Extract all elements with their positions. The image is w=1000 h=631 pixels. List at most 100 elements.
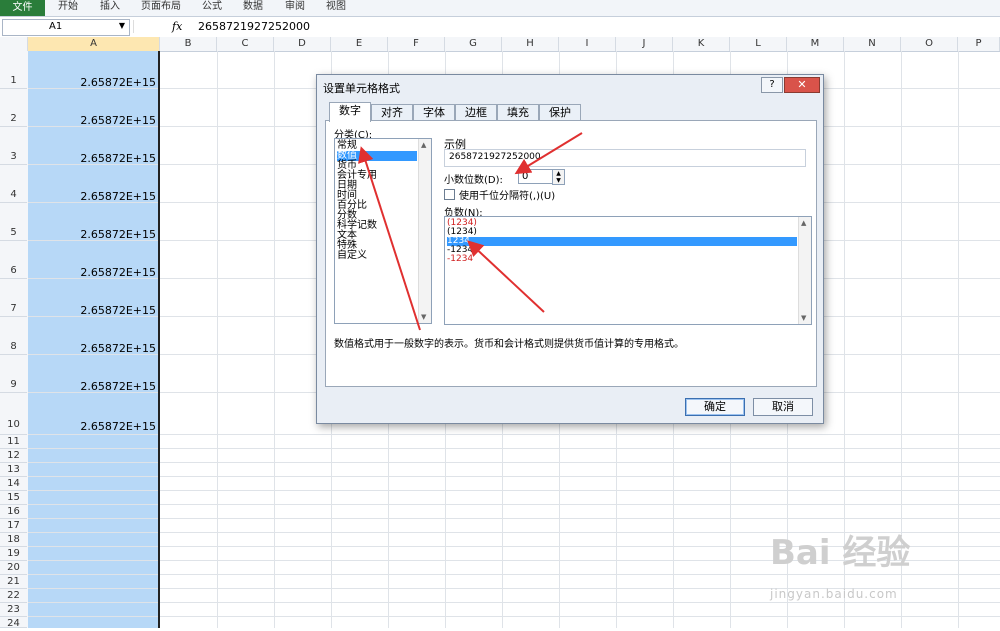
row-header[interactable]: 16 xyxy=(0,505,27,519)
scroll-down-icon[interactable]: ▼ xyxy=(801,314,806,322)
name-box[interactable]: A1 ▼ xyxy=(2,19,130,36)
tab-insert[interactable]: 插入 xyxy=(100,0,120,16)
row-header[interactable]: 7 xyxy=(0,279,27,317)
formula-bar-splitter[interactable] xyxy=(133,20,164,33)
cell-a6[interactable]: 2.65872E+15 xyxy=(28,266,156,279)
gridline xyxy=(28,504,1000,505)
cell-a10[interactable]: 2.65872E+15 xyxy=(28,420,156,433)
thousands-separator-label[interactable]: 使用千位分隔符(,)(U) xyxy=(459,187,555,202)
tab-fill[interactable]: 填充 xyxy=(497,104,539,121)
function-icon[interactable]: fx xyxy=(172,20,182,33)
gridline xyxy=(28,518,1000,519)
close-button[interactable]: ✕ xyxy=(784,77,820,93)
thousands-separator-checkbox[interactable] xyxy=(444,189,455,200)
cell-a7[interactable]: 2.65872E+15 xyxy=(28,304,156,317)
cancel-button[interactable]: 取消 xyxy=(753,398,813,416)
row-header[interactable]: 18 xyxy=(0,533,27,547)
row-header[interactable]: 23 xyxy=(0,603,27,617)
format-description: 数值格式用于一般数字的表示。货币和会计格式则提供货币值计算的专用格式。 xyxy=(334,339,684,350)
category-list[interactable]: 常规 数值 货币 会计专用 日期 时间 百分比 分数 科学记数 文本 特殊 自定… xyxy=(334,138,432,324)
tab-page-layout[interactable]: 页面布局 xyxy=(141,0,181,16)
category-custom[interactable]: 自定义 xyxy=(337,251,417,261)
decimal-places-label: 小数位数(D): xyxy=(444,175,503,186)
cell-a2[interactable]: 2.65872E+15 xyxy=(28,114,156,127)
column-header-j[interactable]: J xyxy=(616,37,673,51)
decimal-spinner[interactable]: ▲ ▼ xyxy=(552,169,565,185)
row-header[interactable]: 14 xyxy=(0,477,27,491)
column-header-a[interactable]: A xyxy=(28,37,160,51)
column-header-b[interactable]: B xyxy=(160,37,217,51)
column-header-h[interactable]: H xyxy=(502,37,559,51)
column-header-i[interactable]: I xyxy=(559,37,616,51)
cell-a8[interactable]: 2.65872E+15 xyxy=(28,342,156,355)
row-header[interactable]: 20 xyxy=(0,561,27,575)
column-header-f[interactable]: F xyxy=(388,37,445,51)
row-header[interactable]: 17 xyxy=(0,519,27,533)
row-header[interactable]: 4 xyxy=(0,165,27,203)
negative-option[interactable]: (1234) xyxy=(447,219,797,228)
column-header-d[interactable]: D xyxy=(274,37,331,51)
tab-protection[interactable]: 保护 xyxy=(539,104,581,121)
select-all-corner[interactable] xyxy=(0,37,28,51)
row-header[interactable]: 8 xyxy=(0,317,27,355)
negative-option[interactable]: -1234 xyxy=(447,246,797,255)
tab-home[interactable]: 开始 xyxy=(58,0,78,16)
sample-value: 2658721927252000 xyxy=(449,152,541,162)
negative-numbers-list[interactable]: (1234) (1234) 1234 -1234 -1234 ▲ ▼ xyxy=(444,216,812,325)
column-header-p[interactable]: P xyxy=(958,37,1000,51)
column-header-n[interactable]: N xyxy=(844,37,901,51)
chevron-down-icon[interactable]: ▼ xyxy=(119,21,125,30)
column-header-o[interactable]: O xyxy=(901,37,958,51)
scroll-up-icon[interactable]: ▲ xyxy=(801,219,806,227)
cell-a3[interactable]: 2.65872E+15 xyxy=(28,152,156,165)
tab-formulas[interactable]: 公式 xyxy=(202,0,222,16)
tab-font[interactable]: 字体 xyxy=(413,104,455,121)
row-header[interactable]: 3 xyxy=(0,127,27,165)
formula-input[interactable]: 2658721927252000 xyxy=(198,20,310,33)
row-header[interactable]: 10 xyxy=(0,393,27,435)
gridline xyxy=(274,51,275,628)
row-header[interactable]: 11 xyxy=(0,435,27,449)
category-scrollbar[interactable]: ▲ ▼ xyxy=(418,139,431,323)
cell-a4[interactable]: 2.65872E+15 xyxy=(28,190,156,203)
row-header[interactable]: 9 xyxy=(0,355,27,393)
cell-a5[interactable]: 2.65872E+15 xyxy=(28,228,156,241)
negative-option[interactable]: -1234 xyxy=(447,255,797,264)
ok-button[interactable]: 确定 xyxy=(685,398,745,416)
negative-scrollbar[interactable]: ▲ ▼ xyxy=(798,217,811,324)
tab-view[interactable]: 视图 xyxy=(326,0,346,16)
tab-alignment[interactable]: 对齐 xyxy=(371,104,413,121)
cell-a1[interactable]: 2.65872E+15 xyxy=(28,76,156,89)
column-header-e[interactable]: E xyxy=(331,37,388,51)
column-header-c[interactable]: C xyxy=(217,37,274,51)
cell-a9[interactable]: 2.65872E+15 xyxy=(28,380,156,393)
help-button[interactable]: ? xyxy=(761,77,783,93)
decimal-places-input[interactable]: 0 xyxy=(518,169,553,184)
selected-column-a[interactable] xyxy=(28,51,158,628)
row-header[interactable]: 6 xyxy=(0,241,27,279)
scroll-down-icon[interactable]: ▼ xyxy=(421,313,426,321)
row-header[interactable]: 19 xyxy=(0,547,27,561)
tab-number[interactable]: 数字 xyxy=(329,102,371,122)
row-header[interactable]: 12 xyxy=(0,449,27,463)
column-header-l[interactable]: L xyxy=(730,37,787,51)
row-header[interactable]: 22 xyxy=(0,589,27,603)
row-header[interactable]: 1 xyxy=(0,51,27,89)
row-header[interactable]: 13 xyxy=(0,463,27,477)
negative-option[interactable]: (1234) xyxy=(447,228,797,237)
tab-border[interactable]: 边框 xyxy=(455,104,497,121)
negative-option[interactable]: 1234 xyxy=(447,237,797,246)
column-header-k[interactable]: K xyxy=(673,37,730,51)
column-header-g[interactable]: G xyxy=(445,37,502,51)
tab-file[interactable]: 文件 xyxy=(0,0,45,16)
column-header-m[interactable]: M xyxy=(787,37,844,51)
sample-box: 2658721927252000 xyxy=(444,149,806,167)
tab-review[interactable]: 审阅 xyxy=(285,0,305,16)
scroll-up-icon[interactable]: ▲ xyxy=(421,141,426,149)
tab-data[interactable]: 数据 xyxy=(243,0,263,16)
row-header[interactable]: 24 xyxy=(0,617,27,629)
row-header[interactable]: 21 xyxy=(0,575,27,589)
row-header[interactable]: 2 xyxy=(0,89,27,127)
row-header[interactable]: 15 xyxy=(0,491,27,505)
row-header[interactable]: 5 xyxy=(0,203,27,241)
